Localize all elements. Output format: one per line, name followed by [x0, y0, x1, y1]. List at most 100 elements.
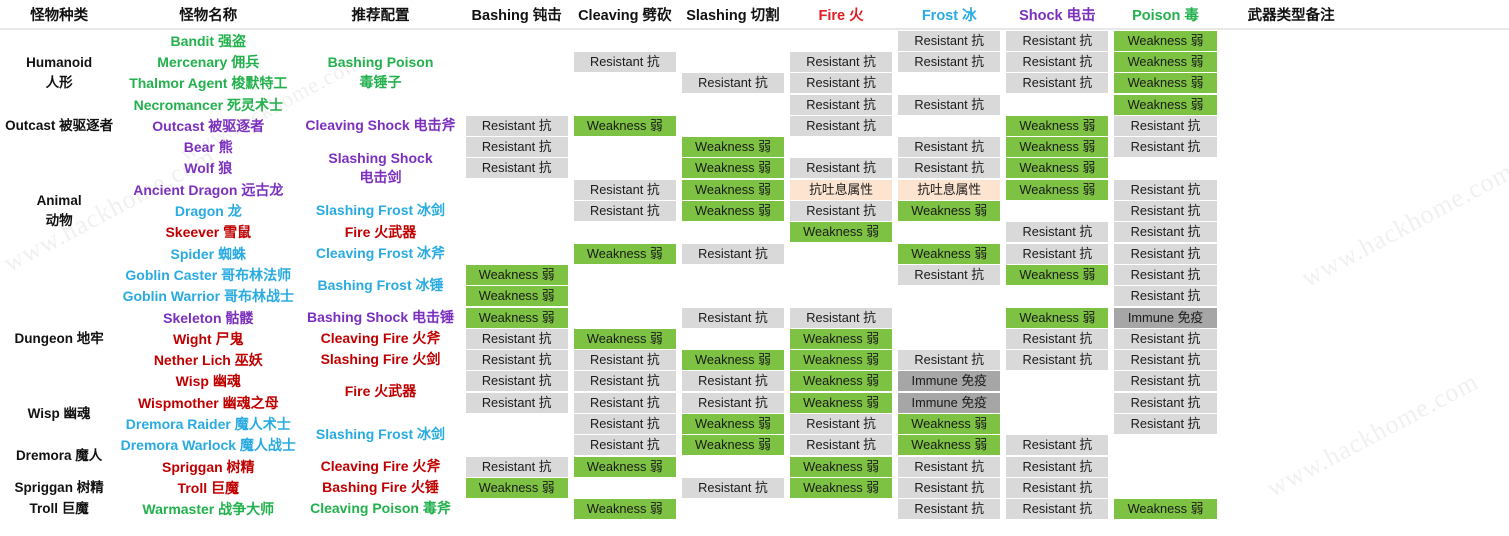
- category-cell: Humanoid 人形: [0, 29, 119, 116]
- damage-cell-slashing: Weakness 弱: [678, 157, 788, 180]
- resistance-value: [790, 31, 892, 51]
- resistance-value: [574, 478, 676, 498]
- resistance-value: Weakness 弱: [790, 350, 893, 371]
- monster-name-cell: Necromancer 死灵术士: [118, 93, 299, 116]
- damage-cell-fire: Weakness 弱: [787, 392, 896, 414]
- resistance-value: Resistant 抗: [790, 115, 893, 136]
- damage-cell-shock: [1003, 392, 1112, 414]
- damage-cell-shock: Resistant 抗: [1003, 477, 1112, 499]
- resistance-value: [790, 499, 892, 519]
- resistance-value: Weakness 弱: [573, 328, 676, 349]
- damage-cell-shock: Weakness 弱: [1003, 264, 1112, 286]
- damage-cell-bashing: [462, 242, 571, 265]
- damage-cell-cleaving: Resistant 抗: [570, 200, 679, 222]
- category-cell: Dremora 魔人: [0, 434, 119, 478]
- resistance-value: Weakness 弱: [573, 456, 676, 477]
- resistance-value: [898, 329, 1000, 349]
- monster-name-cell: Mercenary 佣兵: [118, 51, 299, 73]
- resistance-value: 抗吐息属性: [898, 179, 1001, 200]
- resistance-value: Weakness 弱: [681, 137, 785, 158]
- resistance-value: Weakness 弱: [573, 243, 676, 264]
- damage-cell-bashing: Resistant 抗: [462, 392, 571, 414]
- category-cell: Troll 巨魔: [0, 498, 119, 520]
- category-cell: Wisp 幽魂: [0, 392, 119, 435]
- recommended-config-cell: Slashing Frost 冰剑: [298, 413, 463, 456]
- damage-cell-frost: Resistant 抗: [895, 477, 1004, 499]
- resistance-value: [1006, 414, 1108, 434]
- damage-cell-cleaving: Resistant 抗: [570, 349, 679, 371]
- damage-cell-slashing: [678, 328, 788, 350]
- damage-cell-shock: Resistant 抗: [1003, 328, 1112, 350]
- damage-cell-poison: Resistant 抗: [1111, 179, 1220, 201]
- resistance-value: Resistant 抗: [1114, 371, 1217, 392]
- damage-cell-frost: Weakness 弱: [895, 413, 1004, 435]
- damage-cell-fire: Resistant 抗: [787, 200, 896, 222]
- damage-cell-slashing: [678, 93, 788, 116]
- damage-cell-frost: Immune 免疫: [895, 370, 1004, 393]
- damage-cell-cleaving: [570, 29, 679, 52]
- table-row: Humanoid 人形 Bandit 强盗 Bashing Poison 毒锤子 Resi…: [0, 29, 1509, 520]
- damage-cell-shock: Resistant 抗: [1003, 221, 1112, 243]
- resistance-value: Resistant 抗: [1114, 264, 1217, 285]
- damage-cell-slashing: [678, 115, 788, 137]
- resistance-value: Resistant 抗: [790, 51, 893, 72]
- resistance-value: Weakness 弱: [790, 371, 893, 392]
- resistance-value: [682, 52, 784, 72]
- resistance-value: Resistant 抗: [573, 392, 676, 413]
- damage-cell-slashing: [678, 264, 788, 286]
- resistance-value: [682, 265, 784, 285]
- resistance-value: Resistant 抗: [1006, 30, 1109, 51]
- damage-cell-poison: [1111, 477, 1220, 499]
- table-body: Humanoid 人形 Bandit 强盗 Bashing Poison 毒锤子 Resi…: [0, 29, 1509, 520]
- header-notes: 武器类型备注: [1219, 0, 1509, 30]
- damage-cell-fire: Resistant 抗: [787, 115, 896, 137]
- damage-cell-frost: 抗吐息属性: [895, 179, 1004, 201]
- monster-name-cell: Wisp 幽魂: [118, 370, 299, 393]
- damage-cell-cleaving: Weakness 弱: [570, 242, 679, 265]
- resistance-value: Resistant 抗: [573, 371, 676, 392]
- monster-name-cell: Ancient Dragon 远古龙: [118, 179, 299, 201]
- damage-cell-slashing: Resistant 抗: [678, 477, 788, 499]
- resistance-value: Resistant 抗: [465, 115, 568, 136]
- damage-cell-shock: Weakness 弱: [1003, 179, 1112, 201]
- header-poison: Poison 毒: [1111, 0, 1220, 30]
- damage-cell-shock: Resistant 抗: [1003, 29, 1112, 52]
- resistance-value: [574, 158, 676, 178]
- resistance-value: Weakness 弱: [790, 456, 893, 477]
- resistance-value: Weakness 弱: [790, 392, 893, 413]
- resistance-value: Weakness 弱: [465, 286, 568, 307]
- damage-cell-frost: Resistant 抗: [895, 157, 1004, 180]
- damage-cell-frost: Weakness 弱: [895, 434, 1004, 456]
- resistance-value: Resistant 抗: [898, 137, 1001, 158]
- resistance-value: Weakness 弱: [465, 307, 568, 328]
- recommended-config-cell: Cleaving Fire 火斧: [298, 328, 463, 350]
- resistance-value: [898, 222, 1000, 242]
- damage-cell-fire: Resistant 抗: [787, 434, 896, 456]
- damage-cell-shock: Resistant 抗: [1003, 434, 1112, 456]
- damage-cell-fire: Resistant 抗: [787, 306, 896, 329]
- damage-cell-fire: Weakness 弱: [787, 455, 896, 478]
- resistance-value: Resistant 抗: [1006, 435, 1109, 456]
- damage-cell-frost: Weakness 弱: [895, 200, 1004, 222]
- damage-cell-poison: Weakness 弱: [1111, 498, 1220, 520]
- recommended-config-cell: Slashing Frost 冰剑: [298, 200, 463, 222]
- damage-cell-bashing: [462, 200, 571, 222]
- damage-cell-fire: Weakness 弱: [787, 221, 896, 243]
- monster-name-cell: Skeleton 骷髅: [118, 306, 299, 329]
- resistance-value: [682, 286, 784, 306]
- resistance-value: Resistant 抗: [1006, 51, 1109, 72]
- resistance-value: [466, 435, 568, 455]
- damage-cell-poison: Resistant 抗: [1111, 370, 1220, 393]
- resistance-value: Resistant 抗: [1006, 73, 1109, 94]
- resistance-value: Weakness 弱: [1006, 179, 1109, 200]
- resistance-value: [790, 244, 892, 264]
- damage-cell-poison: [1111, 157, 1220, 180]
- resistance-value: [466, 414, 568, 434]
- resistance-value: Resistant 抗: [1114, 328, 1217, 349]
- resistance-value: Resistant 抗: [1114, 350, 1217, 371]
- resistance-value: Resistant 抗: [1006, 222, 1109, 243]
- damage-cell-cleaving: Weakness 弱: [570, 115, 679, 137]
- recommended-config-cell: Cleaving Shock 电击斧: [298, 115, 463, 137]
- damage-cell-cleaving: [570, 285, 679, 307]
- damage-cell-shock: Resistant 抗: [1003, 498, 1112, 520]
